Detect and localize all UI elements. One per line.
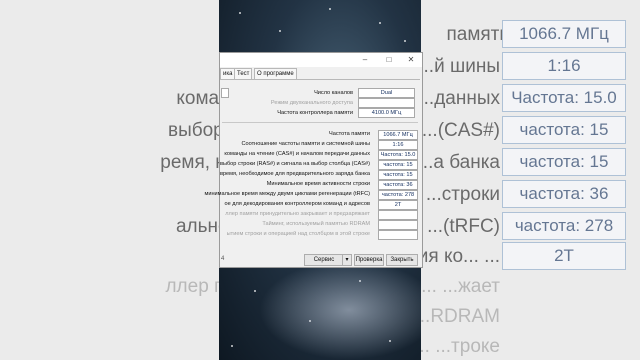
group-divider bbox=[222, 122, 418, 123]
timing-label: минимальное время между двумя циклами ре… bbox=[204, 191, 370, 197]
version-label: 4 bbox=[221, 256, 225, 262]
tab-about[interactable]: О программе bbox=[254, 68, 297, 79]
timing-value: Частота: 15.0 bbox=[378, 150, 418, 160]
timing-value bbox=[378, 220, 418, 230]
channels-label: Число каналов bbox=[314, 90, 353, 96]
title-bar[interactable]: – □ ✕ bbox=[220, 53, 422, 67]
maximize-icon[interactable]: □ bbox=[384, 55, 394, 65]
controller-freq-label: Частота контроллера памяти bbox=[277, 110, 353, 116]
timing-label: Соотношение частоты памяти и системной ш… bbox=[241, 141, 370, 147]
timing-value: частота: 36 bbox=[378, 180, 418, 190]
cpuz-window: – □ ✕ ика Тест О программе Число каналов… bbox=[204, 52, 423, 268]
controller-freq-value: 4100.0 МГц bbox=[358, 108, 415, 118]
timing-value bbox=[378, 230, 418, 240]
minimize-icon[interactable]: – bbox=[360, 55, 370, 65]
memory-panel: Число каналов Dual Режим двухканального … bbox=[204, 79, 420, 250]
channels-value: Dual bbox=[358, 88, 415, 98]
service-button-label: Сервис bbox=[313, 257, 335, 263]
timing-label: выбор строки (RAS#) и сигнала на выбор с… bbox=[219, 161, 370, 167]
timing-value: 1:16 bbox=[378, 140, 418, 150]
timing-label: ытием строки и операцией над столбцом в … bbox=[226, 231, 370, 237]
check-button[interactable]: Проверка bbox=[354, 254, 384, 266]
timing-value: 1066.7 МГц bbox=[378, 130, 418, 140]
service-dropdown-button[interactable]: ▾ bbox=[342, 254, 352, 266]
timing-value: 2T bbox=[378, 200, 418, 210]
timing-label: Частота памяти bbox=[329, 131, 370, 137]
timing-value: частота: 15 bbox=[378, 170, 418, 180]
timing-label: ое для декодирования контроллером команд… bbox=[224, 201, 370, 207]
timing-value: частота: 15 bbox=[378, 160, 418, 170]
timing-label: ллер памяти принудительно закрывает и пр… bbox=[225, 211, 370, 217]
chevron-down-icon: ▾ bbox=[345, 257, 349, 263]
tab-test[interactable]: Тест bbox=[234, 68, 253, 79]
dual-mode-label: Режим двухканального доступа bbox=[270, 100, 353, 106]
timing-value bbox=[378, 210, 418, 220]
type-field bbox=[221, 88, 229, 98]
service-button[interactable]: Сервис bbox=[304, 254, 344, 266]
timing-label: время, необходимое для предварительного … bbox=[219, 171, 370, 177]
dual-mode-value bbox=[358, 98, 415, 108]
close-icon[interactable]: ✕ bbox=[406, 55, 416, 65]
milky-way bbox=[259, 260, 421, 360]
timing-value: частота: 278 bbox=[378, 190, 418, 200]
timing-label: Тайминг, используемый памятью RDRAM bbox=[262, 221, 370, 227]
close-button[interactable]: Закрыть bbox=[386, 254, 418, 266]
timing-label: Минимальное время активности строки bbox=[266, 181, 370, 187]
timing-label: команды на чтение (CAS#) и началом перед… bbox=[224, 151, 370, 157]
